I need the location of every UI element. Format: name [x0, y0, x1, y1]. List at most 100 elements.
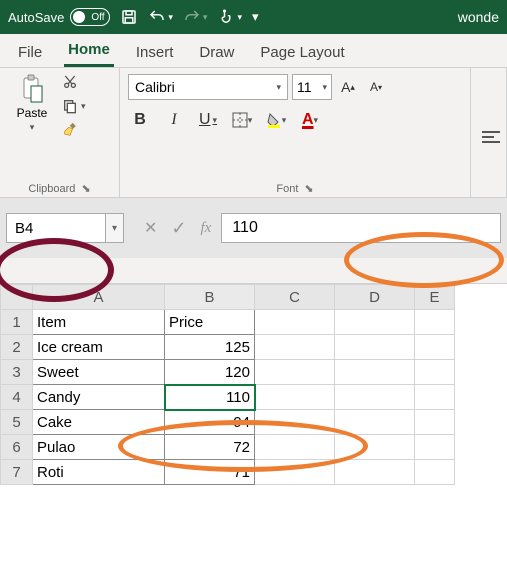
cell[interactable] [415, 335, 455, 360]
cell[interactable]: 125 [165, 335, 255, 360]
autosave-label: AutoSave [8, 10, 64, 25]
cut-button[interactable] [62, 74, 78, 90]
row-header[interactable]: 1 [1, 310, 33, 335]
cell[interactable] [255, 335, 335, 360]
cell[interactable] [415, 360, 455, 385]
bold-button[interactable]: B [128, 108, 152, 132]
cell[interactable]: Price [165, 310, 255, 335]
toggle-state: Off [91, 12, 104, 23]
cell[interactable]: 120 [165, 360, 255, 385]
name-box-dropdown[interactable]: ▾ [106, 213, 124, 243]
cell-selected[interactable]: 110 [165, 385, 255, 410]
row-header[interactable]: 2 [1, 335, 33, 360]
cell[interactable] [415, 410, 455, 435]
fx-icon[interactable]: fx [201, 220, 212, 237]
copy-button[interactable]: ▾ [62, 98, 86, 114]
cell[interactable]: Cake [33, 410, 165, 435]
touch-mode-icon[interactable]: ▾ [217, 8, 242, 26]
formula-bar[interactable]: 110 [221, 213, 501, 243]
tab-file[interactable]: File [14, 38, 46, 67]
clipboard-group-label: Clipboard⬊ [8, 178, 111, 195]
tab-pagelayout[interactable]: Page Layout [256, 38, 348, 67]
font-group: Calibri▾ 11▾ A▴ A▾ B I U▾ ▾ ▾ A▾ Font⬊ [120, 68, 471, 197]
tab-draw[interactable]: Draw [195, 38, 238, 67]
cell[interactable] [335, 460, 415, 485]
cell[interactable]: Roti [33, 460, 165, 485]
fill-color-button[interactable]: ▾ [264, 108, 288, 132]
font-group-label: Font⬊ [128, 178, 462, 195]
select-all-corner[interactable] [1, 285, 33, 310]
cell[interactable]: Item [33, 310, 165, 335]
cell[interactable] [335, 410, 415, 435]
dialog-launcher-icon[interactable]: ⬊ [304, 182, 313, 195]
cell[interactable]: Ice cream [33, 335, 165, 360]
cell[interactable] [255, 360, 335, 385]
row-header[interactable]: 3 [1, 360, 33, 385]
title-bar: AutoSave Off ▾ ▾ ▾ ▾ wonde [0, 0, 507, 34]
cell[interactable] [255, 460, 335, 485]
clipboard-group: Paste ▾ ▾ Clipboard⬊ [0, 68, 120, 197]
redo-icon[interactable]: ▾ [183, 8, 208, 26]
paste-button[interactable]: Paste ▾ [8, 74, 56, 178]
col-header-D[interactable]: D [335, 285, 415, 310]
font-name-select[interactable]: Calibri▾ [128, 74, 288, 100]
cell[interactable] [255, 385, 335, 410]
format-painter-button[interactable] [62, 122, 78, 138]
cell[interactable]: 71 [165, 460, 255, 485]
col-header-B[interactable]: B [165, 285, 255, 310]
tab-insert[interactable]: Insert [132, 38, 178, 67]
cell[interactable] [335, 435, 415, 460]
document-title: wonde [458, 9, 499, 25]
cell[interactable]: 72 [165, 435, 255, 460]
cell[interactable] [335, 310, 415, 335]
qat-customize-icon[interactable]: ▾ [252, 9, 259, 25]
row-header[interactable]: 6 [1, 435, 33, 460]
tab-home[interactable]: Home [64, 35, 114, 67]
row-header[interactable]: 4 [1, 385, 33, 410]
ribbon: Paste ▾ ▾ Clipboard⬊ Calibri▾ 11▾ A▴ A▾ … [0, 68, 507, 198]
cell[interactable] [255, 310, 335, 335]
cell[interactable] [255, 435, 335, 460]
cell[interactable] [415, 460, 455, 485]
spacer [0, 258, 507, 284]
border-button[interactable]: ▾ [230, 108, 254, 132]
row-header[interactable]: 7 [1, 460, 33, 485]
cell[interactable] [335, 335, 415, 360]
increase-font-button[interactable]: A▴ [336, 75, 360, 99]
cell[interactable] [335, 385, 415, 410]
paste-label: Paste [17, 106, 48, 120]
cell[interactable] [415, 385, 455, 410]
toggle-knob [73, 11, 85, 23]
formula-bar-row: B4 ▾ ✕ ✓ fx 110 [0, 198, 507, 258]
cell[interactable]: Pulao [33, 435, 165, 460]
font-color-button[interactable]: A▾ [298, 108, 322, 132]
font-size-select[interactable]: 11▾ [292, 74, 332, 100]
save-icon[interactable] [120, 8, 138, 26]
cell[interactable]: Candy [33, 385, 165, 410]
underline-button[interactable]: U▾ [196, 108, 220, 132]
cell[interactable]: Sweet [33, 360, 165, 385]
spreadsheet-grid[interactable]: A B C D E 1 Item Price 2 Ice cream 125 3… [0, 284, 507, 485]
autosave-toggle[interactable]: AutoSave Off [8, 8, 110, 26]
cell[interactable] [335, 360, 415, 385]
cell[interactable]: 94 [165, 410, 255, 435]
ribbon-tabs: File Home Insert Draw Page Layout [0, 34, 507, 68]
chevron-down-icon: ▾ [30, 122, 35, 133]
cell[interactable] [255, 410, 335, 435]
cell[interactable] [415, 435, 455, 460]
toggle-switch[interactable]: Off [70, 8, 110, 26]
col-header-A[interactable]: A [33, 285, 165, 310]
cell[interactable] [415, 310, 455, 335]
italic-button[interactable]: I [162, 108, 186, 132]
decrease-font-button[interactable]: A▾ [364, 75, 388, 99]
undo-icon[interactable]: ▾ [148, 8, 173, 26]
col-header-E[interactable]: E [415, 285, 455, 310]
align-button[interactable] [479, 125, 503, 149]
enter-icon[interactable]: ✓ [171, 218, 186, 239]
col-header-C[interactable]: C [255, 285, 335, 310]
cancel-icon[interactable]: ✕ [144, 218, 157, 238]
alignment-group [471, 68, 507, 197]
dialog-launcher-icon[interactable]: ⬊ [81, 182, 90, 195]
row-header[interactable]: 5 [1, 410, 33, 435]
name-box[interactable]: B4 [6, 213, 106, 243]
